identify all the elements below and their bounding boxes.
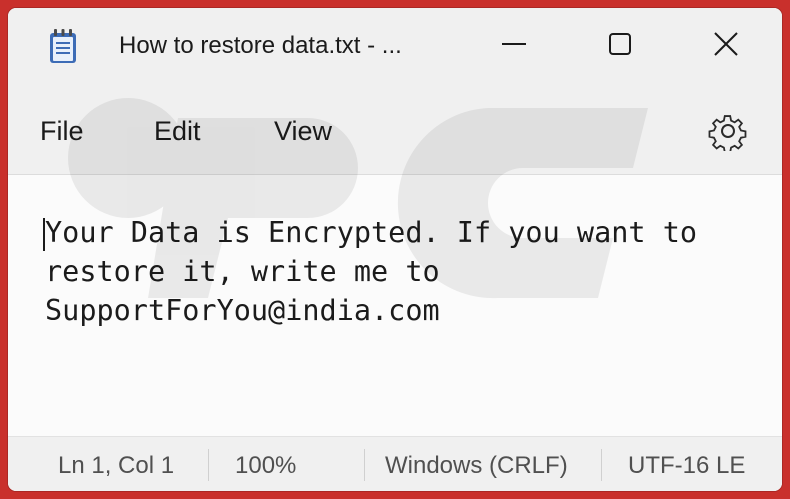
menu-edit[interactable]: Edit (154, 114, 201, 148)
line-ending[interactable]: Windows (CRLF) (385, 451, 568, 481)
text-line: Your Data is Encrypted. If you want to (45, 216, 698, 249)
menu-bar: File Edit View (8, 84, 782, 175)
notepad-window: How to restore data.txt - ... File Edit … (8, 8, 782, 491)
status-bar: Ln 1, Col 1 100% Windows (CRLF) UTF-16 L… (8, 436, 782, 491)
cursor-position[interactable]: Ln 1, Col 1 (58, 451, 174, 481)
menu-view[interactable]: View (274, 114, 332, 148)
notepad-icon (48, 28, 78, 64)
minimize-button[interactable] (482, 22, 546, 70)
window-title: How to restore data.txt - ... (119, 32, 402, 59)
gear-icon (708, 115, 747, 153)
maximize-icon (607, 31, 633, 62)
menu-file[interactable]: File (40, 114, 84, 148)
text-line: SupportForYou@india.com (45, 294, 440, 327)
title-bar[interactable]: How to restore data.txt - ... (8, 8, 782, 84)
close-button[interactable] (694, 22, 758, 70)
document-text[interactable]: Your Data is Encrypted. If you want to re… (45, 213, 765, 330)
settings-button[interactable] (708, 111, 748, 153)
text-editor[interactable]: Your Data is Encrypted. If you want to re… (8, 175, 782, 436)
maximize-button[interactable] (588, 22, 652, 70)
zoom-level[interactable]: 100% (235, 451, 296, 481)
encoding[interactable]: UTF-16 LE (628, 451, 745, 481)
status-divider (208, 449, 209, 481)
status-divider (601, 449, 602, 481)
minimize-icon (501, 31, 527, 62)
text-line: restore it, write me to (45, 255, 440, 288)
status-divider (364, 449, 365, 481)
close-icon (713, 31, 739, 62)
